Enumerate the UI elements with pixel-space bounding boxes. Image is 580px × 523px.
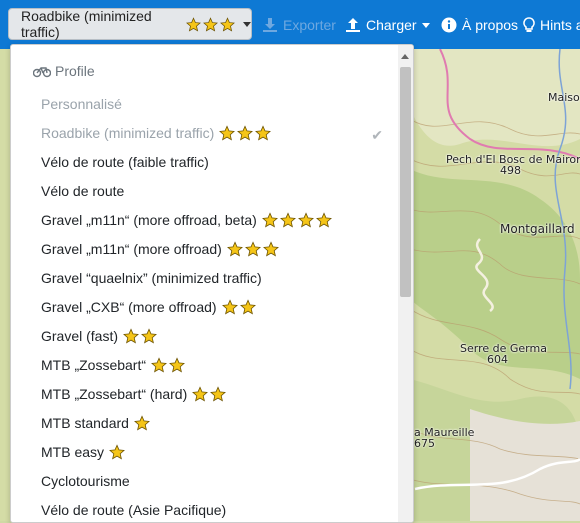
map-elevation-label: 604 — [487, 353, 508, 366]
star-icon — [220, 16, 235, 32]
profile-select-button[interactable]: Roadbike (minimized traffic) — [8, 8, 252, 40]
star-icon — [221, 299, 238, 315]
lightbulb-icon — [523, 17, 535, 33]
star-icon — [255, 125, 272, 141]
load-menu-button[interactable]: Charger — [345, 15, 430, 35]
profile-option-label: MTB easy — [41, 444, 105, 460]
profile-option[interactable]: Gravel „m11n“ (more offroad, beta) — [41, 209, 334, 231]
star-icon — [244, 241, 261, 257]
info-icon — [441, 17, 457, 33]
profile-option-label: MTB standard — [41, 415, 129, 431]
profile-dropdown-header: Profile — [33, 63, 95, 79]
profile-option[interactable]: Gravel “quaelnix” (minimized traffic) — [41, 267, 262, 289]
star-icon — [109, 444, 125, 460]
profile-option[interactable]: Personnalisé — [41, 93, 122, 115]
profile-option[interactable]: MTB „Zossebart“ (hard) — [41, 383, 228, 405]
about-button[interactable]: À propos — [441, 15, 518, 35]
profile-option-label: Gravel „CXB“ (more offroad) — [41, 299, 217, 315]
profile-option-label: Cyclotourisme — [41, 473, 130, 489]
about-label: À propos — [462, 17, 519, 33]
rating-stars — [226, 241, 281, 257]
profile-option[interactable]: MTB „Zossebart“ — [41, 354, 187, 376]
profile-option[interactable]: Vélo de route — [41, 180, 124, 202]
rating-stars — [123, 328, 159, 344]
star-icon — [297, 212, 314, 228]
star-icon — [237, 125, 254, 141]
export-label: Exporter — [283, 17, 336, 33]
hints-label: Hints ar — [540, 17, 580, 33]
dropdown-scrollbar[interactable] — [398, 45, 413, 522]
map-place-label: Maiso — [548, 91, 580, 104]
star-icon — [219, 125, 236, 141]
profile-option-label: Vélo de route (faible traffic) — [41, 154, 209, 170]
star-icon — [192, 386, 209, 402]
chevron-down-icon — [243, 21, 251, 27]
hints-button[interactable]: Hints ar — [523, 15, 580, 35]
map-elevation-label: 498 — [500, 164, 521, 177]
star-icon — [315, 212, 332, 228]
profile-option[interactable]: Roadbike (minimized traffic) — [41, 122, 273, 144]
profile-option[interactable]: Gravel „CXB“ (more offroad) — [41, 296, 258, 318]
star-icon — [133, 415, 150, 431]
star-icon — [141, 328, 157, 344]
profile-option[interactable]: MTB standard — [41, 412, 152, 434]
rating-stars — [109, 444, 127, 460]
rating-stars — [219, 125, 273, 141]
star-icon — [151, 357, 167, 373]
star-icon — [210, 386, 227, 402]
profile-option-label: Gravel “quaelnix” (minimized traffic) — [41, 270, 262, 286]
download-icon — [262, 17, 278, 33]
profile-option[interactable]: MTB easy — [41, 441, 127, 463]
profile-button-label: Roadbike (minimized traffic) — [21, 8, 152, 40]
profile-option-label: Gravel „m11n“ (more offroad) — [41, 241, 222, 257]
star-icon — [279, 212, 296, 228]
profile-option[interactable]: Gravel „m11n“ (more offroad) — [41, 238, 281, 260]
profile-header-label: Profile — [55, 63, 95, 79]
upload-icon — [345, 17, 361, 33]
star-icon — [203, 16, 218, 32]
profile-option-label: Roadbike (minimized traffic) — [41, 125, 215, 141]
star-icon — [123, 328, 139, 344]
profile-dropdown-menu: Profile Personnalisé Roadbike (minimized … — [10, 44, 414, 523]
profile-option-label: Vélo de route (Asie Pacifique) — [41, 502, 227, 518]
star-icon — [226, 241, 243, 257]
rating-stars — [221, 299, 258, 315]
rating-stars — [133, 415, 152, 431]
profile-option-label: MTB „Zossebart“ — [41, 357, 147, 373]
profile-option[interactable]: Gravel (fast) — [41, 325, 159, 347]
profile-option-label: Gravel (fast) — [41, 328, 119, 344]
rating-stars — [151, 357, 187, 373]
export-button[interactable]: Exporter — [262, 15, 336, 35]
load-label: Charger — [366, 17, 417, 33]
profile-option-label: Vélo de route — [41, 183, 125, 199]
star-icon — [262, 241, 279, 257]
star-icon — [186, 16, 201, 32]
scroll-up-arrow-icon[interactable] — [401, 54, 409, 59]
profile-option-label: MTB „Zossebart“ (hard) — [41, 386, 188, 402]
profile-option[interactable]: Vélo de route (faible traffic) — [41, 151, 209, 173]
check-icon: ✔ — [371, 127, 383, 143]
chevron-down-icon — [421, 22, 430, 28]
profile-option[interactable]: Vélo de route (Asie Pacifique) — [41, 499, 226, 521]
star-icon — [261, 212, 278, 228]
map-elevation-label: 675 — [414, 437, 435, 450]
rating-stars — [192, 386, 228, 402]
profile-button-stars — [186, 16, 237, 32]
star-icon — [239, 299, 256, 315]
star-icon — [169, 357, 185, 373]
profile-option-label: Gravel „m11n“ (more offroad, beta) — [41, 212, 257, 228]
rating-stars — [261, 212, 334, 228]
scroll-thumb[interactable] — [400, 67, 411, 297]
profile-option[interactable]: Cyclotourisme — [41, 470, 130, 492]
bicycle-icon — [33, 64, 51, 78]
top-navbar: Roadbike (minimized traffic) Exporter Ch… — [0, 0, 580, 49]
map-place-label: Montgaillard — [500, 222, 575, 236]
profile-option-label: Personnalisé — [41, 96, 122, 112]
